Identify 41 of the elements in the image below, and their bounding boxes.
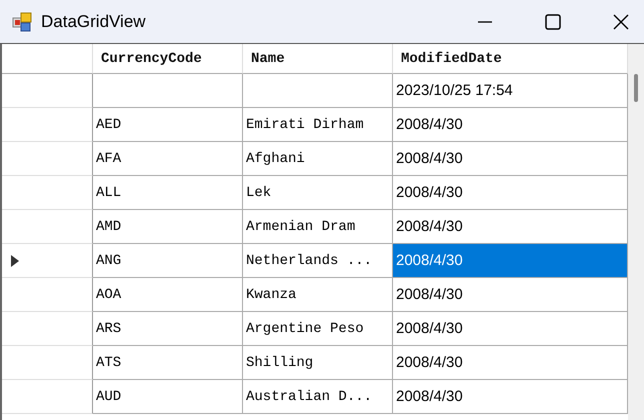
table-cell[interactable]: ALL xyxy=(93,176,243,210)
table-cell[interactable]: Lek xyxy=(243,176,393,210)
table-cell[interactable] xyxy=(243,74,393,108)
table-cell[interactable]: Emirati Dirham xyxy=(243,108,393,142)
table-cell[interactable]: ANG xyxy=(93,244,243,278)
row-header[interactable] xyxy=(2,346,93,380)
row-header[interactable] xyxy=(2,278,93,312)
row-header[interactable] xyxy=(2,312,93,346)
column-header[interactable]: CurrencyCode xyxy=(93,44,243,74)
row-header[interactable] xyxy=(2,380,93,414)
column-header[interactable]: Name xyxy=(243,44,393,74)
table-cell[interactable]: ARS xyxy=(93,312,243,346)
table-cell[interactable]: Kwanza xyxy=(243,278,393,312)
table-cell[interactable]: AFA xyxy=(93,142,243,176)
table-cell[interactable]: Afghani xyxy=(243,142,393,176)
close-icon xyxy=(613,14,629,30)
window-title: DataGridView xyxy=(41,12,146,32)
table-cell[interactable]: AMD xyxy=(93,210,243,244)
table-cell[interactable]: AUD xyxy=(93,380,243,414)
minimize-icon xyxy=(478,20,492,22)
table-cell[interactable]: 2008/4/30 xyxy=(393,244,628,278)
table-cell[interactable]: Argentine Peso xyxy=(243,312,393,346)
table-cell[interactable]: AOA xyxy=(93,278,243,312)
row-header[interactable] xyxy=(2,176,93,210)
table-cell[interactable]: AED xyxy=(93,108,243,142)
row-header[interactable] xyxy=(2,244,93,278)
maximize-icon xyxy=(545,14,561,30)
app-icon xyxy=(12,12,32,32)
row-header[interactable] xyxy=(2,74,93,108)
row-header[interactable] xyxy=(2,108,93,142)
vertical-scrollbar[interactable] xyxy=(628,44,644,420)
table-cell[interactable]: Armenian Dram xyxy=(243,210,393,244)
corner-header[interactable] xyxy=(2,44,93,74)
row-header[interactable] xyxy=(2,142,93,176)
current-row-icon xyxy=(11,254,19,266)
table-cell[interactable] xyxy=(93,74,243,108)
row-header[interactable] xyxy=(2,210,93,244)
table-cell[interactable]: Shilling xyxy=(243,346,393,380)
table-cell[interactable]: ATS xyxy=(93,346,243,380)
scrollbar-thumb[interactable] xyxy=(634,74,638,102)
table-cell[interactable]: Australian D... xyxy=(243,380,393,414)
